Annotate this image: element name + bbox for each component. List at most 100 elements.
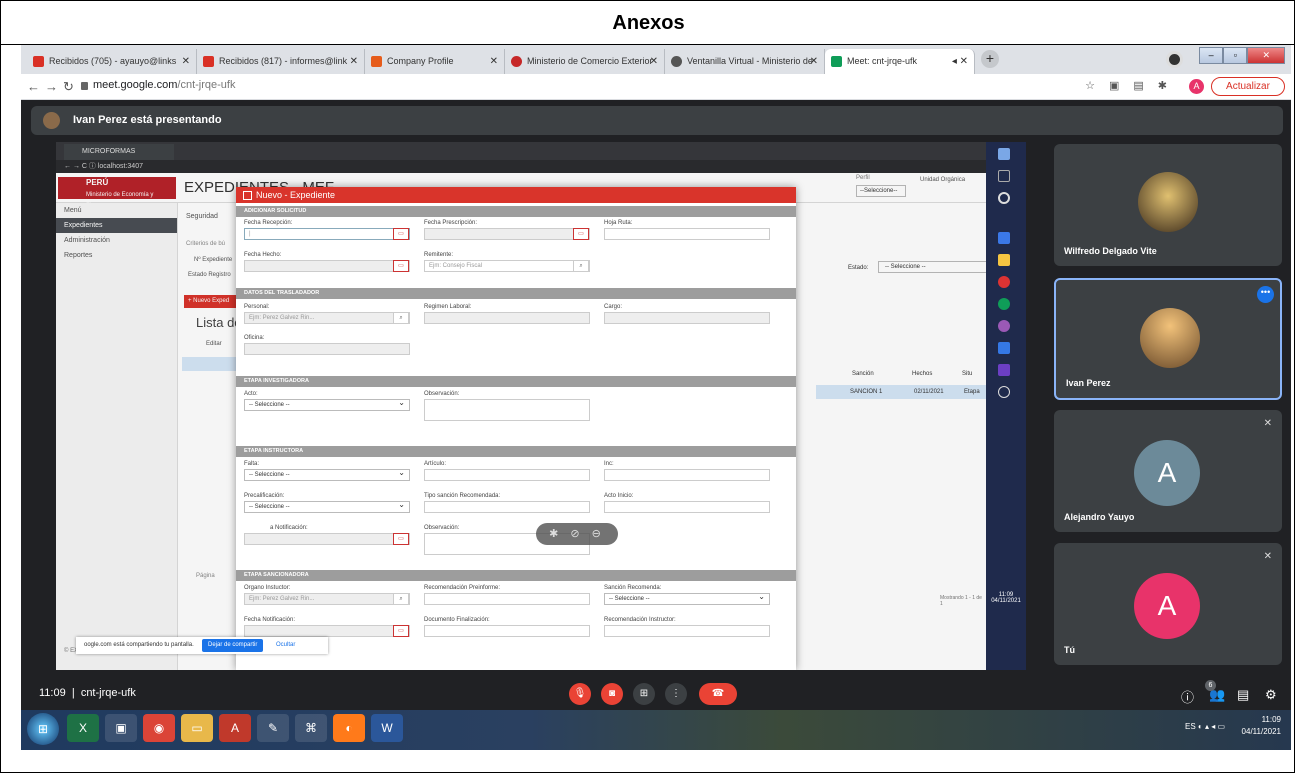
more-options-button[interactable]: ⋮ bbox=[665, 683, 687, 705]
back-icon[interactable]: ← bbox=[27, 79, 40, 94]
close-icon[interactable]: ✕ bbox=[490, 49, 498, 74]
search-icon[interactable] bbox=[998, 386, 1010, 398]
calendar-icon[interactable]: ▭ bbox=[393, 625, 409, 637]
mic-toggle-button[interactable]: 🎙 bbox=[569, 683, 591, 705]
system-tray-icons[interactable]: ES ◐ ▴ ◂ ▭ bbox=[1185, 722, 1225, 731]
presentation-controls[interactable]: ✱⊘⊖ bbox=[536, 523, 618, 545]
remitente-input[interactable]: Ejm: Consejo Fiscal ⌕ bbox=[424, 260, 590, 272]
folder-icon[interactable] bbox=[998, 254, 1010, 266]
vscode-icon[interactable] bbox=[998, 342, 1010, 354]
tab-company-profile[interactable]: Company Profile ✕ bbox=[365, 49, 505, 74]
fecha-hecho-input[interactable]: ▭ bbox=[244, 260, 410, 272]
chrome-icon[interactable]: ◉ bbox=[143, 714, 175, 742]
oficina-input[interactable] bbox=[244, 343, 410, 355]
present-button[interactable]: ⊞ bbox=[633, 683, 655, 705]
app-icon[interactable]: ⌘ bbox=[295, 714, 327, 742]
acto-inicio-field: Acto Inicio: bbox=[604, 493, 770, 513]
avatar[interactable]: A bbox=[1189, 79, 1204, 94]
extension-icons[interactable]: ☆▣▤✱ bbox=[1085, 79, 1181, 92]
search-icon[interactable]: ⌕ bbox=[573, 260, 589, 272]
camera-toggle-button[interactable]: ◙ bbox=[601, 683, 623, 705]
more-options-icon[interactable]: ••• bbox=[1257, 286, 1274, 303]
new-tab-button[interactable]: + bbox=[981, 50, 999, 68]
section-datos-trasladador: DATOS DEL TRASLADADOR bbox=[236, 288, 796, 299]
chrome-icon[interactable] bbox=[998, 298, 1010, 310]
fecha-notificacion-instr-input[interactable]: ▭ bbox=[244, 533, 410, 545]
task-icon[interactable] bbox=[998, 192, 1010, 204]
calendar-icon[interactable]: ▭ bbox=[393, 228, 409, 240]
acto-select[interactable]: -- Seleccione -- bbox=[244, 398, 410, 411]
search-icon[interactable]: ⌕ bbox=[393, 312, 409, 324]
app-icon[interactable] bbox=[998, 148, 1010, 160]
close-icon[interactable]: ◂ ✕ bbox=[952, 49, 968, 74]
forward-icon[interactable]: → bbox=[45, 79, 58, 94]
opera-icon[interactable] bbox=[998, 276, 1010, 288]
acrobat-icon[interactable]: A bbox=[219, 714, 251, 742]
rec-instructor-input[interactable] bbox=[604, 625, 770, 637]
falta-select[interactable]: -- Seleccione -- bbox=[244, 468, 410, 481]
participant-tile-presenter[interactable]: ••• Ivan Perez bbox=[1054, 278, 1282, 400]
acto-inicio-input[interactable] bbox=[604, 501, 770, 513]
articulo-input[interactable] bbox=[424, 469, 590, 481]
inc-input[interactable] bbox=[604, 469, 770, 481]
observacion-textarea[interactable] bbox=[424, 399, 590, 421]
close-icon[interactable]: ✕ bbox=[650, 49, 658, 74]
inner-tab-microformas[interactable]: MICROFORMAS bbox=[64, 144, 174, 160]
tab-ministerio-comercio[interactable]: Ministerio de Comercio Exterior ✕ bbox=[505, 49, 665, 74]
hide-button[interactable]: Ocultar bbox=[276, 637, 295, 654]
sancion-recomenda-select[interactable]: -- Seleccione -- bbox=[604, 592, 770, 605]
calendar-icon[interactable]: ▭ bbox=[393, 260, 409, 272]
search-icon[interactable] bbox=[998, 170, 1010, 182]
minimize-button[interactable]: – bbox=[1199, 47, 1224, 64]
word-icon[interactable]: W bbox=[371, 714, 403, 742]
tab-meet[interactable]: Meet: cnt-jrqe-ufk ◂ ✕ bbox=[825, 49, 975, 74]
tab-gmail-1[interactable]: Recibidos (705) - ayauyo@links ✕ bbox=[27, 49, 197, 74]
activities-icon[interactable]: ⚙ bbox=[1265, 687, 1277, 703]
close-icon[interactable]: ✕ bbox=[182, 49, 190, 74]
cargo-input[interactable] bbox=[604, 312, 770, 324]
tab-ventanilla[interactable]: Ventanilla Virtual - Ministerio de ✕ bbox=[665, 49, 825, 74]
maximize-button[interactable]: ▫ bbox=[1223, 47, 1248, 64]
update-button[interactable]: Actualizar bbox=[1211, 77, 1285, 96]
app-icon[interactable]: ▣ bbox=[105, 714, 137, 742]
regimen-input[interactable] bbox=[424, 312, 590, 324]
fecha-notificacion-input[interactable]: ▭ bbox=[244, 625, 410, 637]
stop-sharing-button[interactable]: Dejar de compartir bbox=[202, 639, 264, 652]
url-field[interactable]: meet.google.com/cnt-jrqe-ufk bbox=[93, 79, 235, 91]
info-icon[interactable]: ⓘ bbox=[1181, 687, 1194, 706]
participant-tile[interactable]: Wilfredo Delgado Vite bbox=[1054, 144, 1282, 266]
app-icon[interactable] bbox=[998, 320, 1010, 332]
start-button[interactable]: ⊞ bbox=[27, 713, 59, 745]
vs-icon[interactable] bbox=[998, 364, 1010, 376]
app-icon[interactable]: ✎ bbox=[257, 714, 289, 742]
search-icon[interactable]: ⌕ bbox=[393, 593, 409, 605]
participant-tile-self[interactable]: ✕ A Tú bbox=[1054, 543, 1282, 665]
tab-gmail-2[interactable]: Recibidos (817) - informes@link ✕ bbox=[197, 49, 365, 74]
chat-icon[interactable]: ▤ bbox=[1237, 687, 1249, 703]
organo-input[interactable]: Ejm: Perez Galvez Rin... ⌕ bbox=[244, 593, 410, 605]
window-close-button[interactable]: ✕ bbox=[1247, 47, 1285, 64]
close-icon[interactable]: ✕ bbox=[350, 49, 358, 74]
profile-icon[interactable] bbox=[1166, 51, 1183, 68]
close-icon[interactable]: ✕ bbox=[810, 49, 818, 74]
precalificacion-select[interactable]: -- Seleccione -- bbox=[244, 500, 410, 513]
system-clock[interactable]: 11:09 04/11/2021 bbox=[1242, 714, 1281, 738]
tipo-sancion-input[interactable] bbox=[424, 501, 590, 513]
participant-tile[interactable]: ✕ A Alejandro Yauyo bbox=[1054, 410, 1282, 532]
personal-input[interactable]: Ejm: Perez Galvez Rin... ⌕ bbox=[244, 312, 410, 324]
calendar-icon[interactable]: ▭ bbox=[573, 228, 589, 240]
app-icon[interactable] bbox=[998, 232, 1010, 244]
hoja-ruta-input[interactable] bbox=[604, 228, 770, 240]
excel-icon[interactable]: X bbox=[67, 714, 99, 742]
firefox-icon[interactable]: ◐ bbox=[333, 714, 365, 742]
remitente-field: Remitente: Ejm: Consejo Fiscal ⌕ bbox=[424, 252, 590, 272]
folder-icon[interactable]: ▭ bbox=[181, 714, 213, 742]
calendar-icon[interactable]: ▭ bbox=[393, 533, 409, 545]
recomendacion-input[interactable] bbox=[424, 593, 590, 605]
reload-icon[interactable]: ↻ bbox=[63, 79, 74, 95]
fecha-prescripcion-input[interactable]: ▭ bbox=[424, 228, 590, 240]
presenter-bar: Ivan Perez está presentando bbox=[31, 106, 1283, 135]
leave-call-button[interactable]: ☎ bbox=[699, 683, 737, 705]
doc-final-input[interactable] bbox=[424, 625, 590, 637]
fecha-recepcion-input[interactable]: | ▭ bbox=[244, 228, 410, 240]
